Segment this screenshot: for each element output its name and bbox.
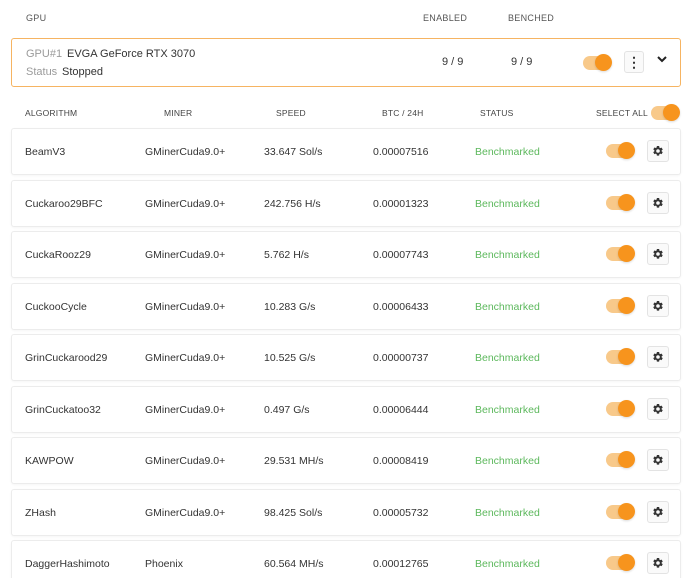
algorithm-row: CuckooCycle GMinerCuda9.0+ 10.283 G/s 0.000… bbox=[11, 282, 681, 330]
gpu-name: EVGA GeForce RTX 3070 bbox=[67, 48, 196, 60]
gpu-enabled-count: 9 / 9 bbox=[442, 56, 464, 68]
row-algorithm: GrinCuckarood29 bbox=[25, 352, 108, 364]
row-speed: 0.497 G/s bbox=[264, 403, 310, 416]
row-status: Benchmarked bbox=[475, 197, 540, 210]
kebab-icon: ⋮ bbox=[627, 54, 641, 70]
algorithm-row: KAWPOW GMinerCuda9.0+ 29.531 MH/s 0.0000841… bbox=[11, 437, 681, 484]
row-enable-toggle[interactable] bbox=[606, 451, 635, 468]
row-speed: 98.425 Sol/s bbox=[264, 506, 323, 519]
gpu-status-value: Stopped bbox=[62, 66, 103, 78]
algorithm-row: GrinCuckatoo32 GMinerCuda9.0+ 0.497 G/s 0.0… bbox=[11, 385, 681, 433]
row-speed: 29.531 MH/s bbox=[264, 455, 324, 467]
row-speed: 242.756 H/s bbox=[264, 197, 321, 210]
row-status: Benchmarked bbox=[475, 146, 540, 158]
gpu-enable-toggle[interactable] bbox=[583, 54, 612, 71]
row-miner: GMinerCuda9.0+ bbox=[145, 403, 226, 416]
row-status: Benchmarked bbox=[475, 558, 540, 570]
row-btc: 0.00001323 bbox=[373, 197, 429, 210]
row-enable-toggle[interactable] bbox=[606, 502, 635, 520]
settings-button[interactable] bbox=[647, 140, 669, 162]
row-btc: 0.00007743 bbox=[373, 249, 429, 261]
algorithm-row: ZHash GMinerCuda9.0+ 98.425 Sol/s 0.0000573… bbox=[11, 488, 681, 536]
algorithm-row: CuckaRooz29 GMinerCuda9.0+ 5.762 H/s 0.0000… bbox=[11, 231, 681, 278]
gpu-benched-count: 9 / 9 bbox=[511, 56, 533, 68]
header-gpu: GPU bbox=[26, 13, 47, 23]
col-select-all: SELECT ALL bbox=[596, 108, 648, 118]
row-status: Benchmarked bbox=[475, 403, 540, 416]
col-algorithm: ALGORITHM bbox=[25, 108, 78, 118]
row-speed: 60.564 MH/s bbox=[264, 558, 324, 570]
algorithm-row: DaggerHashimoto Phoenix 60.564 MH/s 0.00012… bbox=[11, 540, 681, 578]
algorithm-row: Cuckaroo29BFC GMinerCuda9.0+ 242.756 H/s 0.… bbox=[11, 179, 681, 227]
row-speed: 33.647 Sol/s bbox=[264, 146, 323, 158]
settings-button[interactable] bbox=[647, 449, 669, 471]
row-algorithm: GrinCuckatoo32 bbox=[25, 403, 101, 416]
row-enable-toggle[interactable] bbox=[606, 348, 635, 365]
row-algorithm: CuckooCycle bbox=[25, 300, 87, 313]
row-enable-toggle[interactable] bbox=[606, 193, 635, 211]
settings-button[interactable] bbox=[647, 552, 669, 574]
settings-button[interactable] bbox=[647, 346, 669, 368]
more-options-button[interactable]: ⋮ bbox=[624, 51, 644, 73]
row-btc: 0.00007516 bbox=[373, 146, 429, 158]
row-btc: 0.00008419 bbox=[373, 455, 429, 467]
row-status: Benchmarked bbox=[475, 300, 540, 313]
chevron-down-icon[interactable] bbox=[655, 52, 669, 66]
col-status: STATUS bbox=[480, 108, 514, 118]
gpu-card[interactable]: GPU#1 EVGA GeForce RTX 3070 Status Stopp… bbox=[11, 38, 681, 87]
gpu-list-header: GPU ENABLED BENCHED bbox=[0, 0, 687, 36]
row-btc: 0.00012765 bbox=[373, 558, 429, 570]
algorithm-table-header: ALGORITHM MINER SPEED BTC / 24H STATUS S… bbox=[0, 100, 687, 124]
row-speed: 10.283 G/s bbox=[264, 300, 316, 313]
row-status: Benchmarked bbox=[475, 506, 540, 519]
row-enable-toggle[interactable] bbox=[606, 399, 635, 417]
row-algorithm: DaggerHashimoto bbox=[25, 558, 110, 570]
select-all-toggle[interactable] bbox=[651, 104, 680, 121]
row-algorithm: KAWPOW bbox=[25, 455, 74, 467]
row-miner: GMinerCuda9.0+ bbox=[145, 506, 226, 519]
algorithm-row: BeamV3 GMinerCuda9.0+ 33.647 Sol/s 0.000075… bbox=[11, 128, 681, 175]
row-miner: GMinerCuda9.0+ bbox=[145, 455, 226, 467]
settings-button[interactable] bbox=[647, 191, 669, 214]
settings-button[interactable] bbox=[647, 294, 669, 317]
row-enable-toggle[interactable] bbox=[606, 296, 635, 314]
row-enable-toggle[interactable] bbox=[606, 554, 635, 571]
row-btc: 0.00005732 bbox=[373, 506, 429, 519]
row-miner: GMinerCuda9.0+ bbox=[145, 249, 226, 261]
row-miner: GMinerCuda9.0+ bbox=[145, 300, 226, 313]
row-speed: 5.762 H/s bbox=[264, 249, 309, 261]
gpu-id-label: GPU#1 bbox=[26, 48, 63, 60]
row-miner: GMinerCuda9.0+ bbox=[145, 197, 226, 210]
row-btc: 0.00006433 bbox=[373, 300, 429, 313]
row-enable-toggle[interactable] bbox=[606, 142, 635, 159]
row-status: Benchmarked bbox=[475, 352, 540, 364]
row-algorithm: Cuckaroo29BFC bbox=[25, 197, 103, 210]
row-enable-toggle[interactable] bbox=[606, 245, 635, 262]
col-btc: BTC / 24H bbox=[382, 108, 424, 118]
row-speed: 10.525 G/s bbox=[264, 352, 316, 364]
row-algorithm: BeamV3 bbox=[25, 146, 66, 158]
row-btc: 0.00006444 bbox=[373, 403, 429, 416]
algorithm-list: BeamV3 GMinerCuda9.0+ 33.647 Sol/s 0.000075… bbox=[0, 123, 687, 578]
row-miner: GMinerCuda9.0+ bbox=[145, 146, 226, 158]
row-miner: Phoenix bbox=[145, 558, 183, 570]
settings-button[interactable] bbox=[647, 397, 669, 420]
row-status: Benchmarked bbox=[475, 455, 540, 467]
gpu-status-label: Status bbox=[26, 66, 58, 78]
row-status: Benchmarked bbox=[475, 249, 540, 261]
col-speed: SPEED bbox=[276, 108, 306, 118]
algorithm-row: GrinCuckarood29 GMinerCuda9.0+ 10.525 G/s 0… bbox=[11, 334, 681, 381]
settings-button[interactable] bbox=[647, 500, 669, 523]
row-algorithm: ZHash bbox=[25, 506, 56, 519]
settings-button[interactable] bbox=[647, 243, 669, 265]
header-enabled: ENABLED bbox=[423, 13, 468, 23]
row-algorithm: CuckaRooz29 bbox=[25, 249, 91, 261]
col-miner: MINER bbox=[164, 108, 193, 118]
header-benched: BENCHED bbox=[508, 13, 555, 23]
row-miner: GMinerCuda9.0+ bbox=[145, 352, 226, 364]
row-btc: 0.00000737 bbox=[373, 352, 429, 364]
